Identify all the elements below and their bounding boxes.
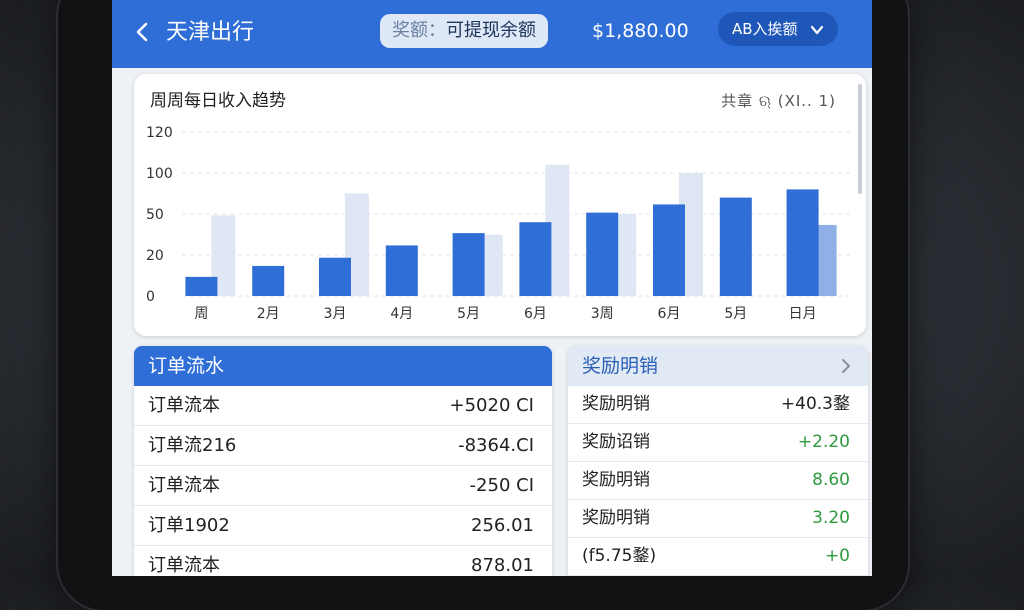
y-tick-label: 100 bbox=[146, 166, 173, 182]
top-bar: 天津出行 奖额：可提现余额 $1,880.00 AB入挨额 bbox=[112, 0, 872, 68]
x-tick-label: 4月 bbox=[390, 306, 413, 322]
reward-row-value: +40.3鍪 bbox=[780, 394, 850, 414]
x-tick-label: 5月 bbox=[724, 306, 747, 322]
x-tick-label: 3周 bbox=[591, 306, 614, 322]
bar-primary[interactable] bbox=[385, 245, 418, 296]
order-row-label: 订单流本 bbox=[148, 555, 220, 576]
bar-primary[interactable] bbox=[319, 257, 351, 296]
balance-pill: 奖额：可提现余额 bbox=[380, 14, 548, 48]
bar-primary[interactable] bbox=[586, 212, 619, 296]
bar-primary[interactable] bbox=[653, 204, 685, 296]
order-flow-title: 订单流水 bbox=[134, 346, 552, 386]
x-tick-label: 6月 bbox=[658, 306, 681, 322]
order-row[interactable]: 订单1902 256.01 bbox=[134, 506, 552, 546]
bar-primary[interactable] bbox=[452, 233, 485, 296]
bar-primary[interactable] bbox=[719, 197, 752, 296]
app-title: 天津出行 bbox=[166, 20, 255, 45]
reward-row[interactable]: 奖励诏销 +2.20 bbox=[568, 424, 868, 462]
order-row-value: 878.01 bbox=[471, 555, 534, 576]
rewards-panel: 奖励明销 奖励明销 +40.3鍪 奖励诏销 +2.20 奖励明销 8.60 奖励… bbox=[568, 346, 868, 576]
order-row-value: 256.01 bbox=[471, 515, 534, 536]
y-tick-label: 0 bbox=[146, 289, 155, 305]
order-row-label: 订单流216 bbox=[148, 435, 237, 456]
order-row-value: +5020 CI bbox=[449, 395, 535, 416]
rewards-title: 奖励明销 bbox=[582, 355, 659, 377]
chart-title: 周周每日收入趋势 bbox=[150, 91, 286, 111]
reward-row-label: (f5.75鍪) bbox=[582, 546, 657, 566]
account-dropdown-button[interactable]: AB入挨额 bbox=[718, 12, 839, 46]
order-row[interactable]: 订单流216 -8364.CI bbox=[134, 426, 552, 466]
x-tick-label: 周 bbox=[194, 306, 208, 322]
order-row-label: 订单1902 bbox=[148, 515, 230, 536]
reward-row[interactable]: 奖励明销 +40.3鍪 bbox=[568, 386, 868, 424]
app-screen: 天津出行 奖额：可提现余额 $1,880.00 AB入挨额 周周每日收入趋势 共… bbox=[112, 0, 872, 576]
y-tick-label: 120 bbox=[146, 125, 173, 141]
reward-row-label: 奖励明销 bbox=[582, 508, 650, 528]
back-button[interactable] bbox=[132, 18, 156, 46]
account-button-label: AB入挨额 bbox=[732, 20, 798, 38]
x-tick-label: 6月 bbox=[524, 306, 547, 322]
order-row-value: -8364.CI bbox=[458, 435, 534, 456]
y-tick-label: 50 bbox=[146, 207, 164, 223]
balance-amount: $1,880.00 bbox=[592, 20, 689, 42]
reward-row[interactable]: (f5.75鍪) +0 bbox=[568, 538, 868, 576]
balance-key: 奖额： bbox=[392, 20, 446, 41]
bar-primary[interactable] bbox=[519, 222, 552, 296]
chevron-right-icon[interactable] bbox=[840, 346, 852, 386]
income-trend-card: 周周每日收入趋势 共章 ଋ (XI.. 1) 120 100 50 20 0 周 2月 3月 4… bbox=[134, 74, 866, 336]
income-bar-chart: 120 100 50 20 0 周 2月 3月 4月 5月 6月 3周 6月 5月 日月 bbox=[146, 125, 850, 322]
chevron-down-icon bbox=[811, 25, 824, 34]
x-tick-label: 日月 bbox=[789, 306, 817, 322]
bar-primary[interactable] bbox=[252, 265, 285, 296]
x-tick-label: 2月 bbox=[257, 306, 280, 322]
y-tick-label: 20 bbox=[146, 248, 164, 264]
reward-row-value: 8.60 bbox=[812, 470, 850, 490]
reward-row-value: 3.20 bbox=[812, 508, 850, 528]
order-row[interactable]: 订单流本 -250 CI bbox=[134, 466, 552, 506]
rewards-header[interactable]: 奖励明销 bbox=[568, 346, 868, 386]
reward-row-label: 奖励诏销 bbox=[582, 432, 650, 452]
x-tick-label: 3月 bbox=[324, 306, 347, 322]
order-row-label: 订单流本 bbox=[148, 395, 220, 416]
order-row[interactable]: 订单流本 +5020 CI bbox=[134, 386, 552, 426]
bar-primary[interactable] bbox=[786, 189, 819, 296]
x-tick-label: 5月 bbox=[457, 306, 480, 322]
order-flow-panel: 订单流水 订单流本 +5020 CI 订单流216 -8364.CI 订单流本 … bbox=[134, 346, 552, 576]
bar-primary[interactable] bbox=[185, 276, 218, 296]
chart-tools[interactable]: 共章 ଋ (XI.. 1) bbox=[721, 90, 836, 112]
reward-row-value: +0 bbox=[824, 546, 850, 566]
chevron-left-icon bbox=[136, 22, 148, 42]
balance-label: 可提现余额 bbox=[446, 20, 536, 41]
reward-row[interactable]: 奖励明销 8.60 bbox=[568, 462, 868, 500]
order-row-value: -250 CI bbox=[469, 475, 534, 496]
reward-row-label: 奖励明销 bbox=[582, 394, 650, 414]
order-row-label: 订单流本 bbox=[148, 475, 220, 496]
order-row[interactable]: 订单流本 878.01 bbox=[134, 546, 552, 576]
reward-row-value: +2.20 bbox=[797, 432, 850, 452]
reward-row[interactable]: 奖励明销 3.20 bbox=[568, 500, 868, 538]
reward-row-label: 奖励明销 bbox=[582, 470, 650, 490]
